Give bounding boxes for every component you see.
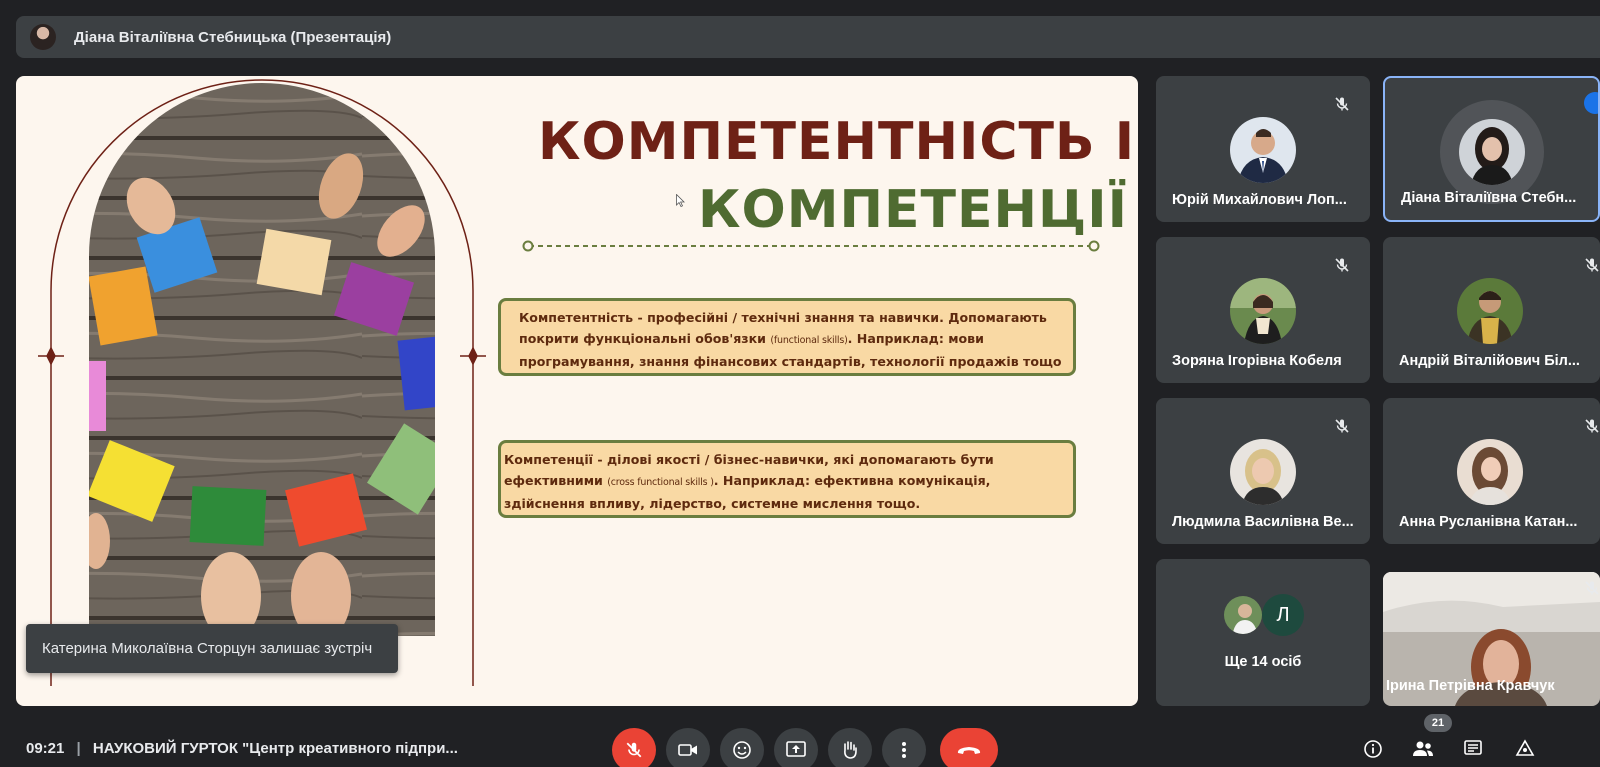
mic-off-icon [1328,412,1356,440]
participant-tile-video[interactable]: Ірина Петрівна Кравчук [1383,572,1600,706]
participant-avatar [1230,117,1296,183]
participant-name: Діана Віталіївна Стебн... [1401,190,1577,206]
separator: | [76,740,81,757]
present-icon [786,741,806,757]
speaking-indicator-icon [1584,92,1598,114]
raise-hand-button[interactable] [828,728,872,767]
participant-avatar [1230,439,1296,505]
people-icon [1413,741,1433,756]
toast-text: Катерина Миколаївна Сторцун залишає зуст… [42,640,373,657]
hand-icon [844,741,857,759]
camera-toggle-button[interactable] [666,728,710,767]
definition-box-competence: Компетентність - професійні / технічні з… [498,298,1076,376]
presenter-bar: Діана Віталіївна Стебницька (Презентація… [16,16,1600,58]
box1-small-text: (functional skills) [770,335,848,346]
participant-name: Анна Русланівна Катан... [1399,514,1578,530]
leave-call-button[interactable] [940,728,998,767]
more-participants-tile[interactable]: Л Ще 14 осіб [1156,559,1370,706]
mic-off-icon [1578,251,1600,279]
info-icon [1364,740,1382,758]
participant-initial-avatar: Л [1262,594,1304,636]
presentation-slide: КОМПЕТЕНТНІСТЬ І КОМПЕТЕНЦІЇ Компетентні… [16,76,1138,706]
meeting-title: НАУКОВИЙ ГУРТОК "Центр креативного підпр… [92,740,458,757]
mic-off-icon [1328,90,1356,118]
participant-tile-1[interactable]: Юрій Михайлович Лоп... [1156,76,1370,222]
participant-name: Ірина Петрівна Кравчук [1386,678,1555,694]
leave-notification-toast: Катерина Миколаївна Сторцун залишає зуст… [26,624,398,673]
presenter-title: Діана Віталіївна Стебницька (Презентація… [74,28,392,46]
microphone-toggle-button[interactable] [612,728,656,767]
mic-off-icon [1578,574,1600,602]
participant-tile-2[interactable]: Діана Віталіївна Стебн... [1383,76,1600,222]
meeting-details-button[interactable] [1362,738,1384,760]
participant-name: Зоряна Ігорівна Кобеля [1172,353,1342,369]
activities-icon [1515,739,1535,756]
mic-off-icon [1328,251,1356,279]
participant-avatar [1222,594,1264,636]
participant-tile-5[interactable]: Людмила Василівна Ве... [1156,398,1370,544]
participant-avatar [1457,278,1523,344]
slide-title-line1: КОМПЕТЕНТНІСТЬ І [538,112,1136,172]
participant-name: Людмила Василівна Ве... [1172,514,1354,530]
definition-box-competencies: Компетенції - ділові якості / бізнес-нав… [498,440,1076,518]
present-screen-button[interactable] [774,728,818,767]
title-divider [522,240,1100,252]
mouse-cursor-icon [676,194,685,207]
meeting-info: 09:21 | НАУКОВИЙ ГУРТОК "Центр креативно… [26,740,458,757]
box2-small-text: (cross functional skills ) [607,477,714,488]
chat-icon [1464,740,1482,755]
emoji-icon [733,741,751,759]
participant-avatar [1230,278,1296,344]
participant-tile-6[interactable]: Анна Русланівна Катан... [1383,398,1600,544]
people-button[interactable] [1412,738,1434,760]
mic-off-icon [1578,412,1600,440]
reactions-button[interactable] [720,728,764,767]
participant-avatar [1459,119,1525,185]
more-options-button[interactable] [882,728,926,767]
clock-time: 09:21 [26,740,65,757]
hang-up-icon [957,747,981,754]
bottom-control-bar: 09:21 | НАУКОВИЙ ГУРТОК "Центр креативно… [0,714,1600,767]
more-participants-label: Ще 14 осіб [1224,654,1302,670]
participants-count-badge: 21 [1424,714,1452,732]
camera-icon [678,744,697,756]
presenter-avatar [30,24,56,50]
slide-title-line2: КОМПЕТЕНЦІЇ [698,180,1128,240]
chat-button[interactable] [1462,738,1484,760]
mic-off-icon [626,742,642,758]
activities-button[interactable] [1514,738,1536,760]
more-vert-icon [902,742,906,758]
participant-name: Андрій Віталійович Біл... [1399,353,1580,369]
participant-name: Юрій Михайлович Лоп... [1172,192,1347,208]
participant-tile-4[interactable]: Андрій Віталійович Біл... [1383,237,1600,383]
participant-tile-3[interactable]: Зоряна Ігорівна Кобеля [1156,237,1370,383]
participant-avatar [1457,439,1523,505]
